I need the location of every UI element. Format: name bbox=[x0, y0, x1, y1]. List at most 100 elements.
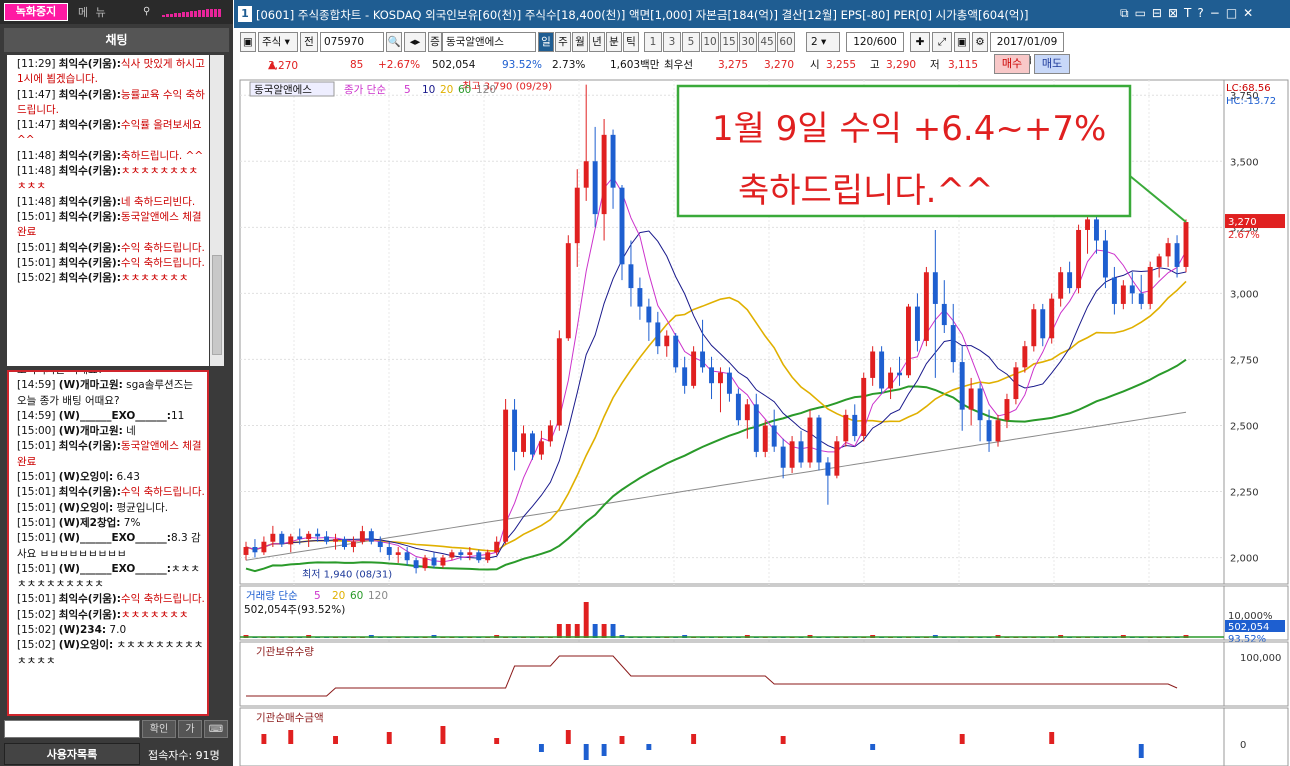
candle-body bbox=[762, 425, 768, 452]
stock-name-field[interactable]: 동국알앤에스 bbox=[442, 32, 536, 52]
period-button[interactable]: 월 bbox=[572, 32, 588, 52]
all-button[interactable]: 전 bbox=[300, 32, 318, 52]
message-user: 최익수(키움): bbox=[58, 593, 121, 606]
chat-header[interactable]: 채팅 bbox=[4, 28, 229, 52]
minute-button[interactable]: 5 bbox=[682, 32, 700, 52]
font-button[interactable]: 가 bbox=[178, 720, 202, 738]
candle-body bbox=[404, 552, 410, 561]
period-button[interactable]: 일 bbox=[538, 32, 554, 52]
chat-message: [11:29] 최익수(키움):식사 맛있게 하시고 1시에 뵙겠습니다. bbox=[17, 57, 207, 88]
search-icon[interactable]: 🔍 bbox=[386, 32, 402, 52]
public-message: [15:01] 최익수(키움):동국알앤에스 체결완료 bbox=[17, 439, 205, 470]
message-text: ㅊㅊㅊㅊㅊㅊㅊ bbox=[120, 608, 189, 621]
message-text: 네 bbox=[122, 425, 136, 438]
message-text: ㅊㅊㅊㅊㅊㅊㅊ bbox=[120, 272, 189, 285]
current-price-tag-text: 3,270 bbox=[1228, 217, 1257, 228]
layout-icon[interactable]: ▣ bbox=[240, 32, 256, 52]
window-control-icon[interactable]: ⊠ bbox=[1168, 6, 1178, 21]
window-control-icon[interactable]: ⊟ bbox=[1152, 6, 1162, 21]
chat-scrollbar[interactable] bbox=[210, 55, 224, 366]
minute-button[interactable]: 30 bbox=[739, 32, 757, 52]
annotation-line2: 축하드립니다.^^ bbox=[738, 171, 993, 211]
buy-button[interactable]: 매수 bbox=[994, 54, 1030, 74]
message-time: [15:01] bbox=[17, 256, 59, 269]
keyboard-icon[interactable]: ⌨ bbox=[204, 720, 228, 738]
inst-net-bar bbox=[870, 744, 876, 750]
candle-body bbox=[807, 417, 813, 463]
count-field[interactable]: 120/600 bbox=[846, 32, 904, 52]
settings-gear-icon[interactable]: ⚙ bbox=[972, 32, 988, 52]
confirm-button[interactable]: 확인 bbox=[142, 720, 176, 738]
window-control-icon[interactable]: − bbox=[1210, 6, 1220, 21]
minute-button[interactable]: 15 bbox=[720, 32, 738, 52]
draw-icon[interactable]: ⤢ bbox=[932, 32, 952, 52]
inst-net-bar bbox=[646, 744, 652, 750]
message-time: [15:00] bbox=[17, 425, 59, 438]
inst-net-axis bbox=[1223, 707, 1289, 766]
sound-icon[interactable]: ◂▸ bbox=[404, 32, 426, 52]
volume-bar bbox=[592, 624, 598, 638]
sell-button[interactable]: 매도 bbox=[1034, 54, 1070, 74]
type-select[interactable]: 주식 ▾ bbox=[258, 32, 298, 52]
window-control-icon[interactable]: T bbox=[1184, 6, 1191, 21]
candle-body bbox=[1040, 309, 1046, 339]
candle-body bbox=[619, 187, 625, 265]
candle-body bbox=[628, 264, 634, 289]
message-text: 7% bbox=[120, 516, 141, 529]
signal-icon: ⚲ bbox=[143, 6, 151, 17]
candle-body bbox=[315, 533, 321, 537]
message-time: [15:01] bbox=[17, 516, 59, 529]
candle-body bbox=[297, 536, 303, 540]
candle-body bbox=[923, 272, 929, 341]
volume-legend: 거래량 단순 bbox=[246, 590, 298, 602]
message-text: 수익 축하드립니다. bbox=[120, 593, 205, 606]
candle-body bbox=[521, 433, 526, 452]
window-control-icon[interactable]: ⧉ bbox=[1120, 6, 1129, 21]
chart-area[interactable]: 3,750 3,500 3,250 3,000 2,750 2,500 2,250 2,000… bbox=[234, 76, 1290, 766]
message-time: [15:02] bbox=[17, 608, 59, 621]
public-chat-scrollbar[interactable] bbox=[210, 370, 224, 716]
menu-label[interactable]: 메 뉴 bbox=[78, 4, 108, 20]
chat-message: [11:47] 최익수(키움):수익률 올려보세요 ^^ bbox=[17, 118, 207, 149]
public-message: [14:59] (W)개마고원: sga솔루션즈는 오늘 종가 배팅 어때요? bbox=[17, 378, 205, 409]
period-button[interactable]: 주 bbox=[555, 32, 571, 52]
window-control-icon[interactable]: ? bbox=[1197, 6, 1203, 21]
interval-select[interactable]: 2 ▾ bbox=[806, 32, 840, 52]
date-field[interactable]: 2017/01/09 ▦ bbox=[990, 32, 1064, 66]
minute-button[interactable]: 60 bbox=[777, 32, 795, 52]
minute-button[interactable]: 45 bbox=[758, 32, 776, 52]
message-user: (W)오잉이: bbox=[58, 639, 114, 652]
minute-button[interactable]: 3 bbox=[663, 32, 681, 52]
user-list-button[interactable]: 사용자목록 bbox=[4, 743, 140, 765]
candle-body bbox=[288, 536, 294, 545]
candle-body bbox=[914, 306, 920, 341]
volume-bar bbox=[556, 624, 562, 638]
legend-ma-label: 5 bbox=[404, 84, 411, 96]
candle-body bbox=[1058, 272, 1064, 299]
stock-chart-svg[interactable]: 3,7503,5003,2503,0002,7502,5002,2502,000… bbox=[234, 76, 1290, 766]
period-button[interactable]: 틱 bbox=[623, 32, 639, 52]
window-control-icon[interactable]: ✕ bbox=[1243, 6, 1253, 21]
candle-body bbox=[494, 541, 500, 553]
record-stop-button[interactable]: 녹화중지 bbox=[4, 3, 68, 21]
code-input[interactable]: 075970 bbox=[320, 32, 384, 52]
chat-input[interactable] bbox=[4, 720, 140, 738]
window-control-icon[interactable]: □ bbox=[1226, 6, 1237, 21]
candle-body bbox=[1120, 285, 1126, 304]
period-button[interactable]: 분 bbox=[606, 32, 622, 52]
minute-button[interactable]: 10 bbox=[701, 32, 719, 52]
candle-body bbox=[413, 560, 419, 569]
save-icon[interactable]: ▣ bbox=[954, 32, 970, 52]
message-time: [11:47] bbox=[17, 119, 59, 132]
window-control-icon[interactable]: ▭ bbox=[1135, 6, 1146, 21]
period-button[interactable]: 년 bbox=[589, 32, 605, 52]
message-time: [15:02] bbox=[17, 639, 59, 652]
candle-body bbox=[959, 362, 965, 410]
crosshair-icon[interactable]: ✚ bbox=[910, 32, 930, 52]
message-time: [14:59] bbox=[17, 379, 59, 392]
legend-ma-label: 120 bbox=[476, 84, 496, 96]
inst-net-bar bbox=[601, 744, 607, 756]
chart-window: 1 [0601] 주식종합차트 - KOSDAQ 외국인보유[60(천)] 주식… bbox=[234, 0, 1290, 766]
inst-net-bar bbox=[288, 730, 294, 744]
minute-button[interactable]: 1 bbox=[644, 32, 662, 52]
